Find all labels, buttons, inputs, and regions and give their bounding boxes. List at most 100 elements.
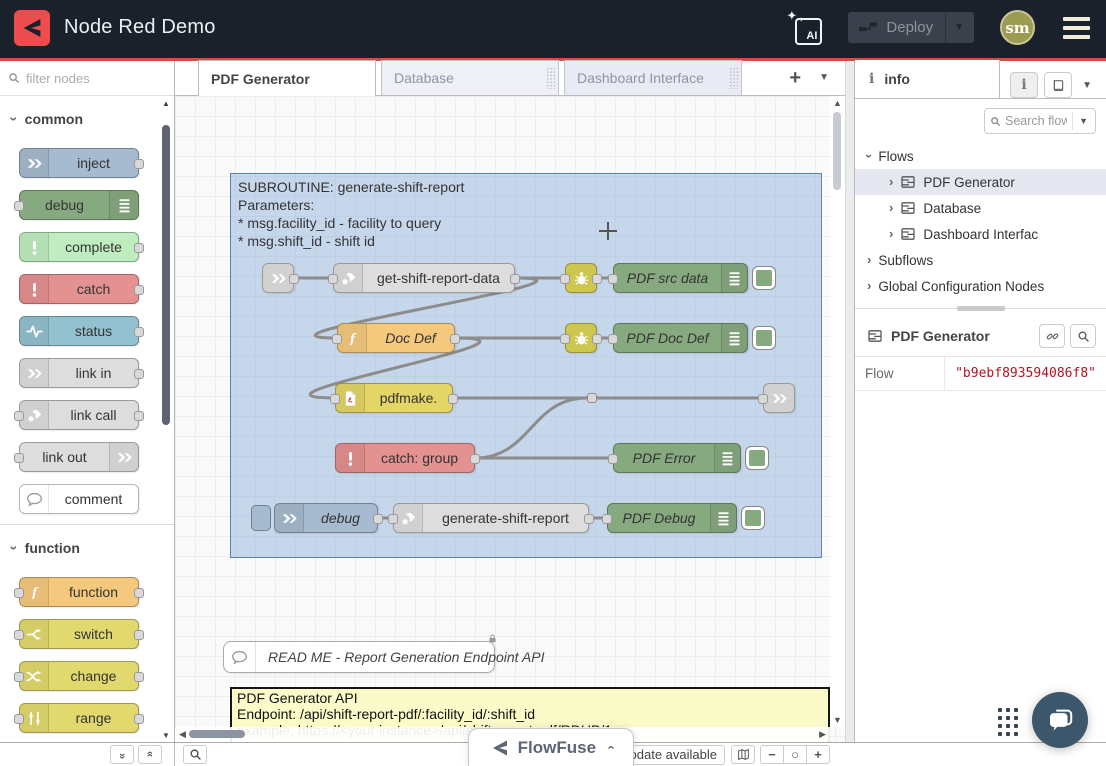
chevron-right-icon[interactable]: › xyxy=(889,229,893,239)
debug-toggle-button[interactable] xyxy=(745,446,769,470)
debug-toggle-button[interactable] xyxy=(741,506,765,530)
output-port[interactable] xyxy=(470,454,480,464)
ai-assistant-button[interactable]: ✦ ✦ AI xyxy=(788,11,822,45)
node-linkout[interactable] xyxy=(763,383,795,413)
node-generate-shift-report[interactable]: generate-shift-report xyxy=(393,503,589,533)
output-port[interactable] xyxy=(584,514,594,524)
node-linkin[interactable] xyxy=(262,263,294,293)
search-flows-input[interactable] xyxy=(1005,114,1067,128)
tab-list-chevron-icon[interactable]: ▼ xyxy=(819,72,829,83)
palette-node-debug[interactable]: debug xyxy=(19,190,139,220)
tab-info[interactable]: i info xyxy=(855,60,1000,98)
palette-node-function[interactable]: ffunction xyxy=(19,577,139,607)
node-debug[interactable]: debug xyxy=(274,503,378,533)
palette-node-link-call[interactable]: link call xyxy=(19,400,139,430)
node-pdf-doc-def[interactable]: PDF Doc Def xyxy=(613,323,748,353)
widget-drag-handle[interactable] xyxy=(998,708,1018,736)
output-port[interactable] xyxy=(448,394,458,404)
input-port[interactable] xyxy=(758,394,768,404)
output-port[interactable] xyxy=(373,514,383,524)
collapse-all-categories-button[interactable]: » xyxy=(110,745,134,764)
deploy-button[interactable]: Deploy ▼ xyxy=(848,12,974,43)
debug-toggle-button[interactable] xyxy=(752,266,776,290)
palette-category-function[interactable]: ›function xyxy=(0,527,174,565)
output-port[interactable] xyxy=(592,274,602,284)
tree-item-database[interactable]: ›Database xyxy=(855,195,1106,221)
palette-node-link-in[interactable]: link in xyxy=(19,358,139,388)
scroll-up-icon[interactable]: ▲ xyxy=(162,99,170,108)
user-avatar[interactable]: sm xyxy=(1000,10,1035,45)
search-flows-box[interactable]: ▼ xyxy=(984,108,1096,134)
info-panel-button[interactable]: i xyxy=(1010,72,1038,98)
wire-junction[interactable] xyxy=(587,393,597,403)
panel-resize-handle[interactable] xyxy=(855,308,1106,318)
input-port[interactable] xyxy=(608,274,618,284)
node-pdf-src-data[interactable]: PDF src data xyxy=(613,263,748,293)
canvas-vertical-scrollbar[interactable]: ▲▼ xyxy=(830,96,845,727)
copy-link-button[interactable] xyxy=(1039,324,1065,348)
add-flow-button[interactable]: + xyxy=(789,69,801,87)
node-pdfmake-[interactable]: pdfmake. xyxy=(335,383,453,413)
scroll-up-icon[interactable]: ▲ xyxy=(833,98,842,108)
input-port[interactable] xyxy=(330,394,340,404)
palette-node-comment[interactable]: comment xyxy=(19,484,139,514)
scrollbar-thumb[interactable] xyxy=(189,730,245,738)
palette-category-common[interactable]: ›common xyxy=(0,98,174,136)
zoom-out-button[interactable]: − xyxy=(760,745,784,764)
input-port[interactable] xyxy=(328,274,338,284)
palette-scrollbar-thumb[interactable] xyxy=(162,125,170,425)
search-options-chevron-icon[interactable]: ▼ xyxy=(1072,112,1090,130)
tree-item-dashboard-interfac[interactable]: ›Dashboard Interfac xyxy=(855,221,1106,247)
sidebar-menu-chevron-icon[interactable]: ▼ xyxy=(1078,80,1096,91)
main-menu-button[interactable] xyxy=(1061,13,1092,43)
scroll-down-icon[interactable]: ▼ xyxy=(162,731,170,740)
filter-nodes-input[interactable] xyxy=(26,71,146,86)
tree-item-global-configuration-nodes[interactable]: ›Global Configuration Nodes xyxy=(855,273,1106,299)
output-port[interactable] xyxy=(510,274,520,284)
flow-canvas[interactable]: SUBROUTINE: generate-shift-report Parame… xyxy=(175,96,845,742)
node-get-shift-report-data[interactable]: get-shift-report-data xyxy=(333,263,515,293)
navigator-toggle-button[interactable] xyxy=(731,745,755,764)
zoom-reset-button[interactable]: ○ xyxy=(783,745,807,764)
input-port[interactable] xyxy=(388,514,398,524)
chevron-right-icon[interactable]: › xyxy=(889,177,893,187)
chevron-right-icon[interactable]: › xyxy=(889,203,893,213)
input-port[interactable] xyxy=(608,334,618,344)
chevron-right-icon[interactable]: › xyxy=(867,255,871,265)
scroll-down-icon[interactable]: ▼ xyxy=(833,715,842,725)
flow-tab-Database[interactable]: Database xyxy=(381,60,559,95)
input-port[interactable] xyxy=(602,514,612,524)
flowfuse-logo-icon[interactable] xyxy=(14,10,50,46)
node-catch-group[interactable]: catch: group xyxy=(335,443,475,473)
palette-node-range[interactable]: range xyxy=(19,703,139,733)
palette-scrollbar[interactable]: ▲ ▼ xyxy=(160,99,172,740)
search-flow-button[interactable] xyxy=(1070,324,1096,348)
input-port[interactable] xyxy=(560,274,570,284)
chat-widget-button[interactable] xyxy=(1032,692,1088,748)
input-port[interactable] xyxy=(332,334,342,344)
node-bug2[interactable] xyxy=(565,323,597,353)
chevron-right-icon[interactable]: › xyxy=(867,281,871,291)
chevron-down-icon[interactable]: › xyxy=(864,154,874,158)
flowfuse-panel-button[interactable]: FlowFuse › xyxy=(468,728,634,766)
node-bug1[interactable] xyxy=(565,263,597,293)
palette-node-complete[interactable]: complete xyxy=(19,232,139,262)
flow-tab-PDF-Generator[interactable]: PDF Generator xyxy=(198,60,376,96)
palette-node-catch[interactable]: catch xyxy=(19,274,139,304)
scroll-left-icon[interactable]: ◀ xyxy=(175,729,190,740)
expand-all-categories-button[interactable]: » xyxy=(138,745,162,764)
input-port[interactable] xyxy=(560,334,570,344)
palette-node-inject[interactable]: inject xyxy=(19,148,139,178)
palette-node-switch[interactable]: switch xyxy=(19,619,139,649)
output-port[interactable] xyxy=(592,334,602,344)
debug-toggle-button[interactable] xyxy=(752,326,776,350)
wire-catch-to-junc[interactable] xyxy=(475,398,587,458)
zoom-in-button[interactable]: + xyxy=(806,745,830,764)
input-port[interactable] xyxy=(608,454,618,464)
scrollbar-thumb[interactable] xyxy=(833,112,841,190)
output-port[interactable] xyxy=(450,334,460,344)
deploy-dropdown-chevron-icon[interactable]: ▼ xyxy=(954,22,964,33)
output-port[interactable] xyxy=(289,274,299,284)
scroll-right-icon[interactable]: ▶ xyxy=(815,729,830,740)
node-pdf-error[interactable]: PDF Error xyxy=(613,443,741,473)
